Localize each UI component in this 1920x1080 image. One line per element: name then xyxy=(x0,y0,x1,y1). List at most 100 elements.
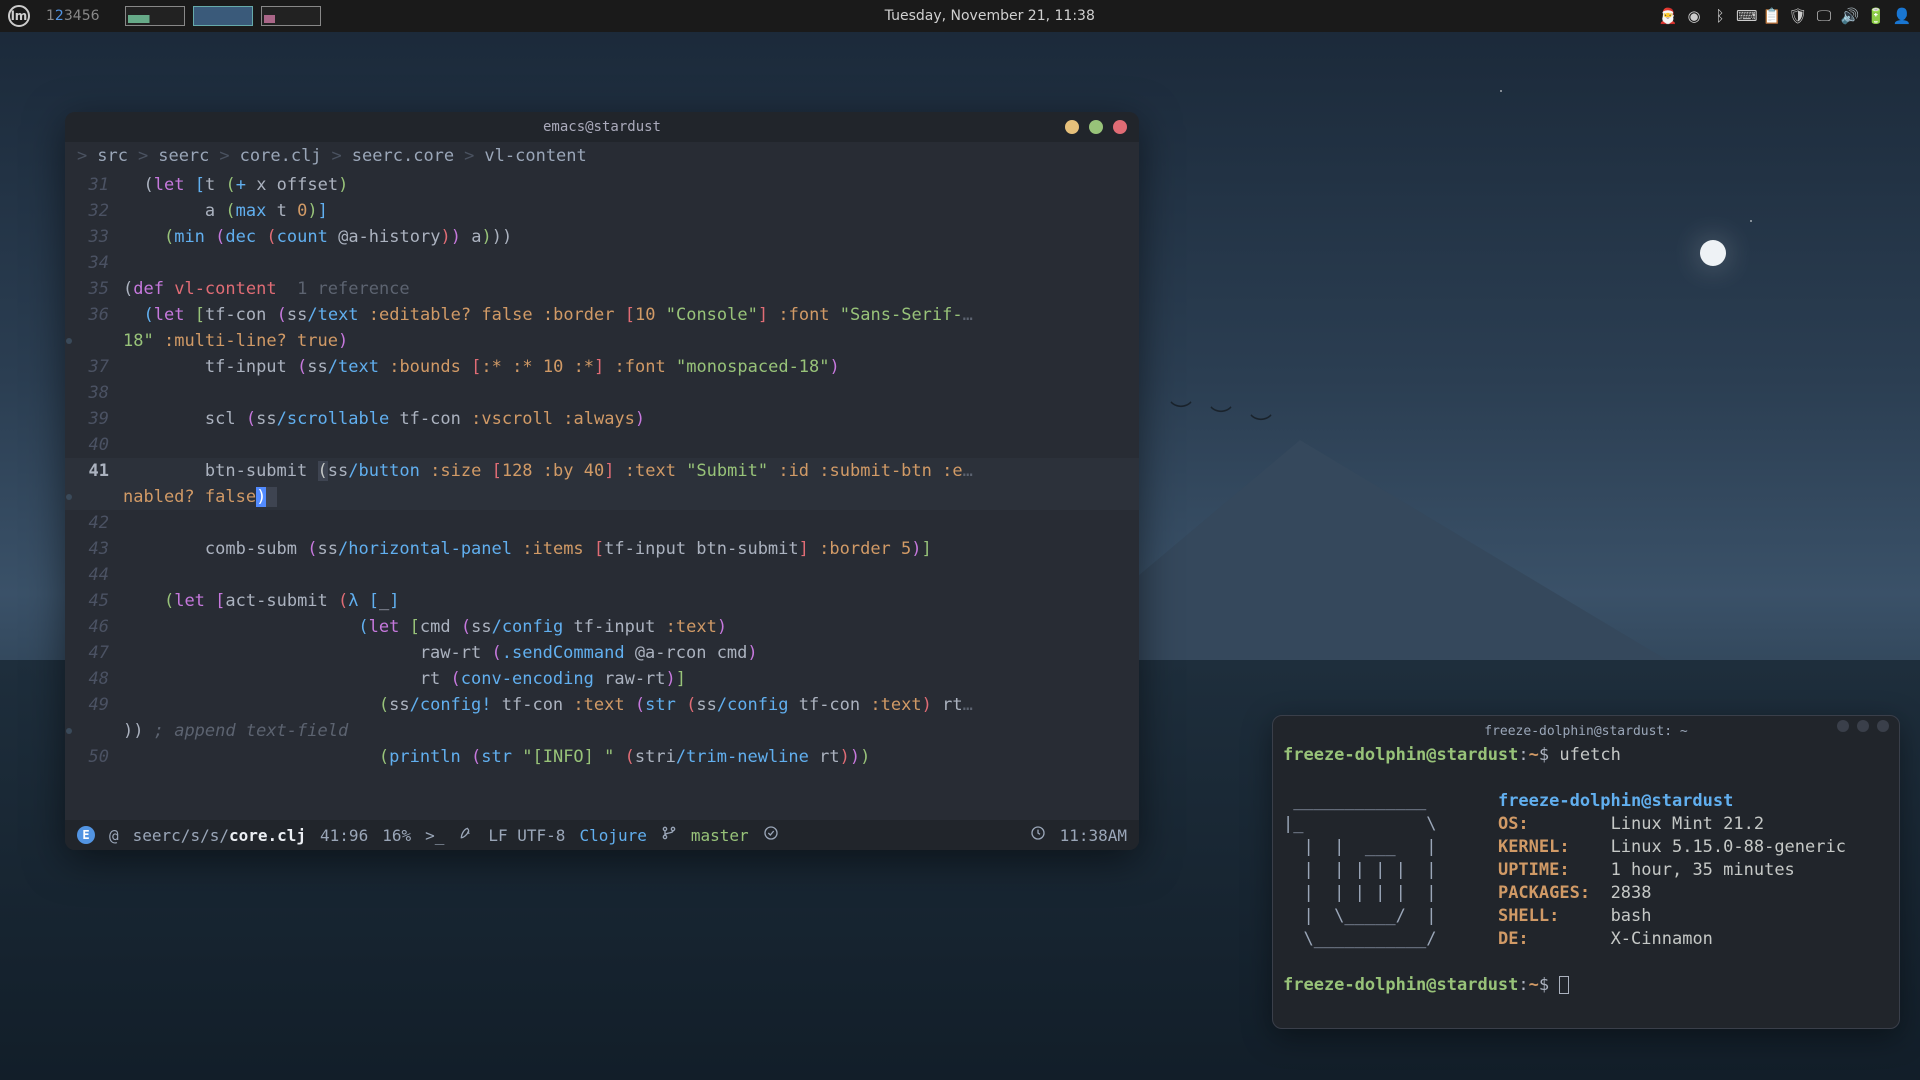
bluetooth-icon[interactable]: ᛒ xyxy=(1710,7,1730,25)
system-monitor-applet[interactable] xyxy=(125,6,185,26)
panel-clock[interactable]: Tuesday, November 21, 11:38 xyxy=(322,8,1658,24)
code-line[interactable]: 32 a (max t 0)] xyxy=(65,198,1139,224)
code-editor[interactable]: 31 (let [t (+ x offset)32 a (max t 0)]33… xyxy=(65,170,1139,770)
code-line[interactable]: 36 (let [tf-con (ss/text :editable? fals… xyxy=(65,302,1139,328)
line-number xyxy=(65,484,123,510)
modeline-path: seerc/s/s/ xyxy=(133,826,229,845)
system-monitor-applet[interactable] xyxy=(193,6,253,26)
battery-icon[interactable]: 🔋 xyxy=(1866,7,1886,25)
window-minimize-button[interactable] xyxy=(1065,120,1079,134)
line-number: 42 xyxy=(65,510,123,536)
window-title: emacs@stardust xyxy=(543,119,661,135)
line-number: 50 xyxy=(65,744,123,770)
code-line[interactable]: 43 comb-subm (ss/horizontal-panel :items… xyxy=(65,536,1139,562)
user-icon[interactable]: 👤 xyxy=(1892,7,1912,25)
code-line[interactable]: 35(def vl-content 1 reference xyxy=(65,276,1139,302)
steam-icon[interactable]: ◉ xyxy=(1684,7,1704,25)
emacs-window[interactable]: emacs@stardust > src > seerc > core.clj … xyxy=(65,112,1139,850)
line-number: 43 xyxy=(65,536,123,562)
menu-button[interactable]: lm xyxy=(8,5,30,27)
line-number: 35 xyxy=(65,276,123,302)
code-line[interactable]: 47 raw-rt (.sendCommand @a-rcon cmd) xyxy=(65,640,1139,666)
modeline-branch: master xyxy=(691,826,749,845)
modeline-time: 11:38AM xyxy=(1060,826,1127,845)
breadcrumb-segment[interactable]: vl-content xyxy=(484,146,586,166)
breadcrumb[interactable]: > src > seerc > core.clj > seerc.core > … xyxy=(65,142,1139,170)
system-tray: 🎅 ◉ ᛒ ⌨ 📋 🛡 🖵 🔊 🔋 👤 xyxy=(1658,7,1912,25)
line-number: 31 xyxy=(65,172,123,198)
workspace-4[interactable]: 4 xyxy=(73,8,82,24)
workspace-switcher: 123456 xyxy=(46,8,100,24)
line-number xyxy=(65,328,123,354)
code-line[interactable]: 40 xyxy=(65,432,1139,458)
wrap-indicator-icon xyxy=(66,494,72,500)
modeline[interactable]: E @ seerc/s/s/core.clj 41:96 16% >_ LF U… xyxy=(65,820,1139,850)
code-line[interactable]: )) ; append text-field xyxy=(65,718,1139,744)
keyboard-icon[interactable]: ⌨ xyxy=(1736,7,1756,25)
line-number: 41 xyxy=(65,458,123,484)
workspace-3[interactable]: 3 xyxy=(64,8,73,24)
line-number: 47 xyxy=(65,640,123,666)
breadcrumb-segment[interactable]: src xyxy=(97,146,128,166)
window-title: freeze-dolphin@stardust: ~ xyxy=(1484,724,1688,739)
display-icon[interactable]: 🖵 xyxy=(1814,7,1834,25)
terminal-cursor xyxy=(1559,976,1569,994)
wrap-indicator-icon xyxy=(66,338,72,344)
code-line[interactable]: 37 tf-input (ss/text :bounds [:* :* 10 :… xyxy=(65,354,1139,380)
breadcrumb-segment[interactable]: core.clj xyxy=(240,146,322,166)
line-number: 34 xyxy=(65,250,123,276)
workspace-6[interactable]: 6 xyxy=(91,8,100,24)
at-icon: @ xyxy=(109,826,119,845)
line-number: 36 xyxy=(65,302,123,328)
code-line[interactable]: nabled? false) xyxy=(65,484,1139,510)
code-line[interactable]: 48 rt (conv-encoding raw-rt)] xyxy=(65,666,1139,692)
line-number: 44 xyxy=(65,562,123,588)
code-line[interactable]: 34 xyxy=(65,250,1139,276)
code-line[interactable]: 42 xyxy=(65,510,1139,536)
code-line[interactable]: 18" :multi-line? true) xyxy=(65,328,1139,354)
window-minimize-button[interactable] xyxy=(1837,720,1849,732)
code-line[interactable]: 44 xyxy=(65,562,1139,588)
line-number: 45 xyxy=(65,588,123,614)
wrap-indicator-icon xyxy=(66,728,72,734)
terminal-body[interactable]: freeze-dolphin@stardust:~$ ufetch ______… xyxy=(1273,740,1899,1001)
code-line[interactable]: 46 (let [cmd (ss/config tf-input :text) xyxy=(65,614,1139,640)
shield-icon[interactable]: 🛡 xyxy=(1788,7,1808,25)
code-line[interactable]: 33 (min (dec (count @a-history)) a))) xyxy=(65,224,1139,250)
breadcrumb-segment[interactable]: seerc.core xyxy=(352,146,454,166)
breadcrumb-segment[interactable]: seerc xyxy=(158,146,209,166)
line-number: 40 xyxy=(65,432,123,458)
santa-icon[interactable]: 🎅 xyxy=(1658,7,1678,25)
workspace-5[interactable]: 5 xyxy=(82,8,91,24)
window-close-button[interactable] xyxy=(1877,720,1889,732)
terminal-window[interactable]: freeze-dolphin@stardust: ~ freeze-dolphi… xyxy=(1272,715,1900,1029)
modeline-encoding: LF UTF-8 xyxy=(488,826,565,845)
window-close-button[interactable] xyxy=(1113,120,1127,134)
window-maximize-button[interactable] xyxy=(1089,120,1103,134)
window-titlebar[interactable]: freeze-dolphin@stardust: ~ xyxy=(1273,716,1899,740)
line-number: 46 xyxy=(65,614,123,640)
line-number: 48 xyxy=(65,666,123,692)
system-monitor-applet[interactable] xyxy=(261,6,321,26)
window-maximize-button[interactable] xyxy=(1857,720,1869,732)
modeline-percent: 16% xyxy=(382,826,411,845)
window-titlebar[interactable]: emacs@stardust xyxy=(65,112,1139,142)
line-number: 32 xyxy=(65,198,123,224)
rocket-icon xyxy=(458,825,474,845)
workspace-2[interactable]: 2 xyxy=(55,8,64,24)
code-line[interactable]: 38 xyxy=(65,380,1139,406)
top-panel: lm 123456 Tuesday, November 21, 11:38 🎅 ◉… xyxy=(0,0,1920,32)
modeline-position: 41:96 xyxy=(320,826,368,845)
code-line[interactable]: 49 (ss/config! tf-con :text (str (ss/con… xyxy=(65,692,1139,718)
code-line[interactable]: 41 btn-submit (ss/button :size [128 :by … xyxy=(65,458,1139,484)
modeline-major-mode: Clojure xyxy=(579,826,646,845)
code-line[interactable]: 45 (let [act-submit (λ [_] xyxy=(65,588,1139,614)
line-number: 49 xyxy=(65,692,123,718)
clipboard-icon[interactable]: 📋 xyxy=(1762,7,1782,25)
code-line[interactable]: 39 scl (ss/scrollable tf-con :vscroll :a… xyxy=(65,406,1139,432)
workspace-1[interactable]: 1 xyxy=(46,8,55,24)
volume-icon[interactable]: 🔊 xyxy=(1840,7,1860,25)
line-number: 33 xyxy=(65,224,123,250)
code-line[interactable]: 50 (println (str "[INFO] " (stri/trim-ne… xyxy=(65,744,1139,770)
code-line[interactable]: 31 (let [t (+ x offset) xyxy=(65,172,1139,198)
